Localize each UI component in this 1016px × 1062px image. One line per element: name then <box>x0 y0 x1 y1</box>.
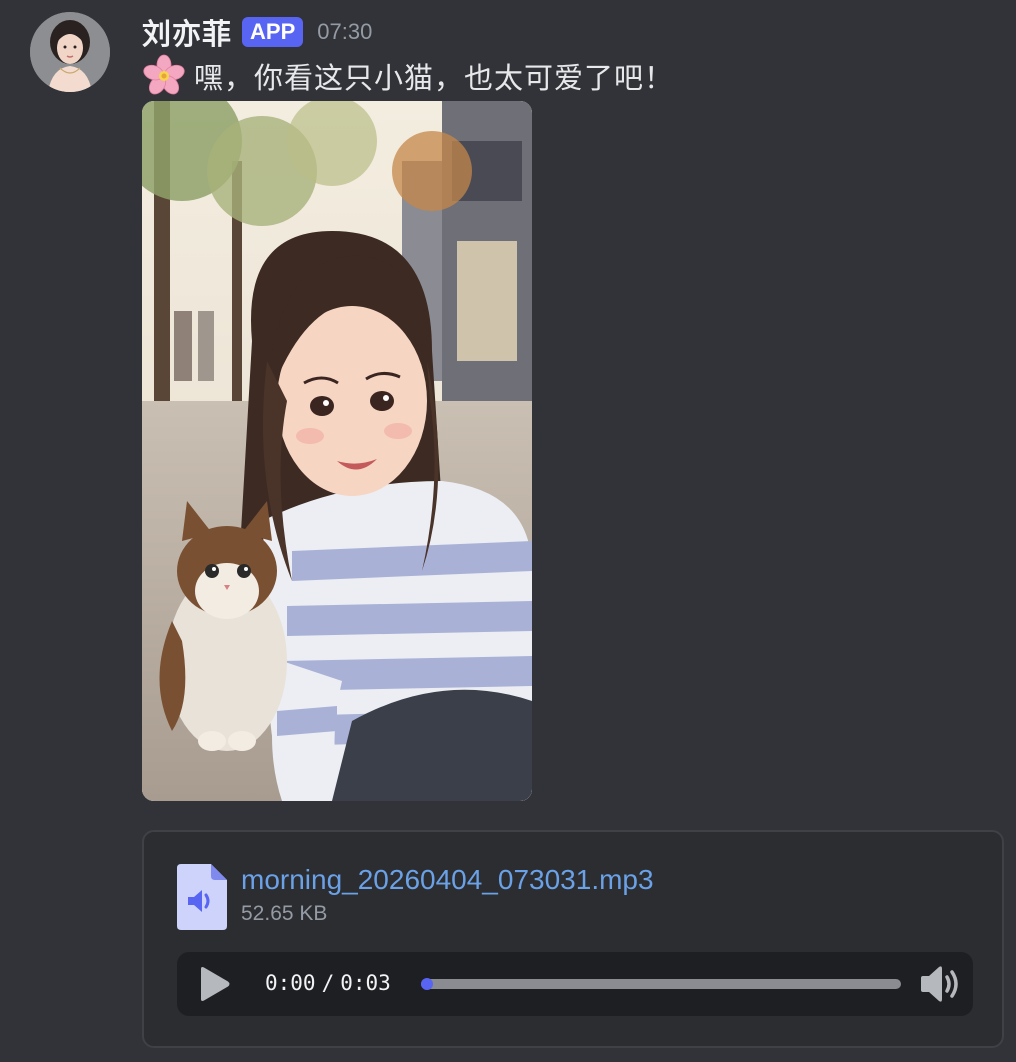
duration: 0:03 <box>340 971 391 995</box>
username[interactable]: 刘亦菲 <box>142 11 232 53</box>
chat-message: 刘亦菲 APP 07:30 嘿，你看这只小猫，也太可爱了吧！ morning_2… <box>0 0 1016 1062</box>
audio-file-attachment: morning_20260404_073031.mp3 52.65 KB 0:0… <box>142 830 1004 1048</box>
play-icon[interactable] <box>195 966 231 1002</box>
progress-knob[interactable] <box>421 978 433 990</box>
file-name-link[interactable]: morning_20260404_073031.mp3 <box>241 864 654 896</box>
volume-icon[interactable] <box>919 964 961 1004</box>
avatar[interactable] <box>30 12 110 92</box>
cherry-blossom-icon <box>143 54 185 95</box>
current-time: 0:00 <box>265 971 316 995</box>
time-display: 0:00/0:03 <box>265 971 391 995</box>
progress-slider[interactable] <box>421 978 901 990</box>
file-size: 52.65 KB <box>241 902 328 925</box>
time-separator: / <box>321 971 335 995</box>
audio-file-icon <box>177 864 227 930</box>
audio-player: 0:00/0:03 <box>177 952 973 1016</box>
illustration-girl-with-cat <box>142 101 532 801</box>
timestamp[interactable]: 07:30 <box>317 19 372 45</box>
image-attachment[interactable] <box>142 101 532 801</box>
message-header: 刘亦菲 APP 07:30 <box>142 12 372 52</box>
message-text: 嘿，你看这只小猫，也太可爱了吧！ <box>194 63 675 95</box>
message-text-line: 嘿，你看这只小猫，也太可爱了吧！ <box>142 54 674 98</box>
app-badge: APP <box>242 17 304 47</box>
